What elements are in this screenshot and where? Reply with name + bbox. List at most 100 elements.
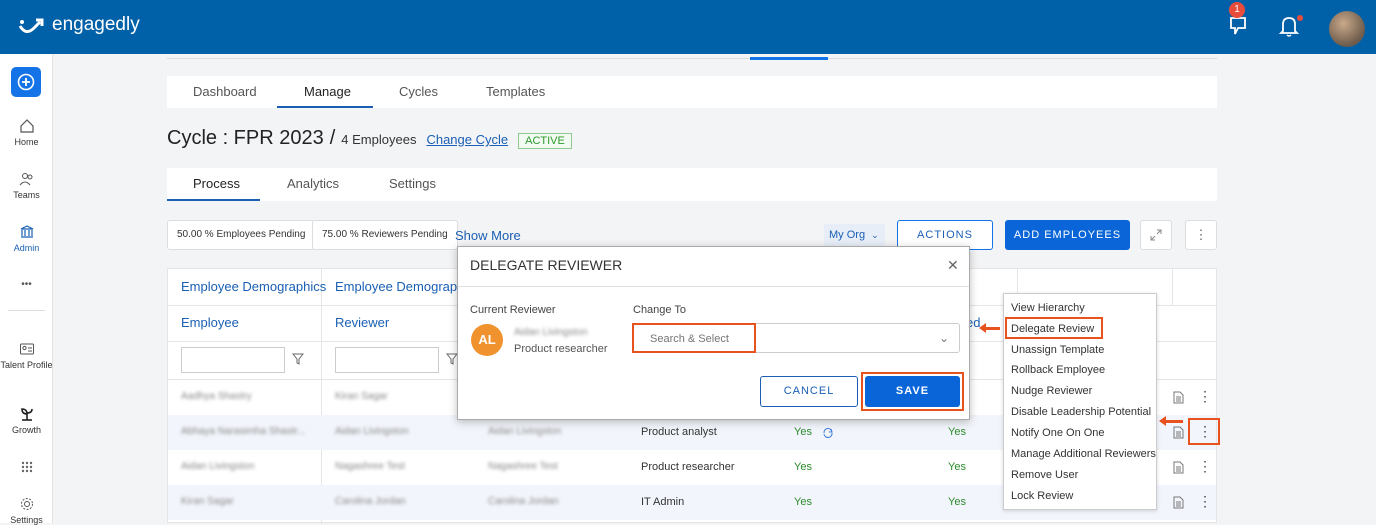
status-yes: Yes [794,461,812,473]
save-button-highlight [861,372,964,411]
bell-icon[interactable] [1279,14,1299,38]
current-reviewer-label: Current Reviewer [470,304,556,316]
tab-process[interactable]: Process [193,176,240,191]
job-title: Product analyst [641,426,717,438]
cycle-title: Cycle : FPR 2023 [167,127,324,149]
row-menu-kebab-icon[interactable]: ⋮ [1198,493,1212,510]
menu-item-remove-user[interactable]: Remove User [1011,469,1078,481]
sidebar: Home Teams Admin ••• Talent Profile Grow… [0,54,53,525]
gear-icon [20,498,33,510]
document-icon[interactable] [1173,461,1184,474]
tab-active-underline [277,106,373,108]
status-yes: Yes [794,496,812,508]
notification-count-badge: 1 [1229,2,1245,18]
brand-logo[interactable]: engagedly [18,14,140,36]
chevron-down-icon: ⌄ [871,230,879,240]
chevron-down-icon: ⌄ [938,331,949,345]
group-header-employee-demographics: Employee Demographics [181,279,327,294]
search-select-highlight [632,323,756,353]
menu-item-lock-review[interactable]: Lock Review [1011,490,1073,502]
menu-item-rollback-employee[interactable]: Rollback Employee [1011,364,1105,376]
menu-item-notify-one-on-one[interactable]: Notify One On One [1011,427,1105,439]
sidebar-item-admin[interactable]: Admin [0,224,53,253]
tab-analytics[interactable]: Analytics [287,176,339,191]
org-filter-value: My Org [829,229,866,241]
manager-name: Aidan Livingston [488,426,562,437]
annotation-arrow [1159,416,1183,426]
manager-name: Nagashree Test [488,461,558,472]
row-menu-kebab-icon[interactable]: ⋮ [1198,388,1212,405]
talent-profile-icon [19,343,34,355]
reviewer-name: Carolina Jordan [335,496,406,507]
reviewer-role: Product researcher [514,343,608,355]
reviewer-filter-input[interactable] [335,347,439,373]
employee-name: Abhaya Narasimha Shastr... [181,426,306,437]
menu-item-view-hierarchy[interactable]: View Hierarchy [1011,302,1085,314]
show-more-link[interactable]: Show More [455,228,521,243]
menu-item-unassign-template[interactable]: Unassign Template [1011,344,1104,356]
title-separator: / [329,127,336,149]
sidebar-item-growth[interactable]: Growth [0,406,53,435]
expand-button[interactable] [1140,220,1172,250]
sidebar-item-label: Settings [10,515,43,525]
row-menu-kebab-icon[interactable]: ⋮ [1198,458,1212,475]
sidebar-more[interactable]: ••• [0,279,53,290]
manager-name: Carolina Jordan [488,496,559,507]
reviewers-pending-chip[interactable]: 75.00 % Reviewers Pending [312,220,458,250]
sidebar-item-label: Teams [13,190,40,200]
status-badge: ACTIVE [518,133,572,149]
status-yes: Yes [948,496,966,508]
employees-pending-chip[interactable]: 50.00 % Employees Pending [167,220,316,250]
page-title: Cycle : FPR 2023 / 4 Employees Change Cy… [167,127,572,150]
change-cycle-link[interactable]: Change Cycle [426,132,508,147]
document-icon[interactable] [1173,426,1184,439]
job-title: IT Admin [641,496,685,508]
menu-item-disable-leadership-potential[interactable]: Disable Leadership Potential [1011,406,1151,418]
subtab-active-underline [167,199,260,201]
org-filter-select[interactable]: My Org ⌄ [824,224,885,246]
sidebar-item-label: Admin [13,243,40,253]
refresh-icon[interactable] [822,427,834,439]
column-header-employee[interactable]: Employee [181,315,239,330]
unread-dot [1297,15,1303,21]
quick-add-button[interactable] [11,67,41,97]
document-icon[interactable] [1173,391,1184,404]
status-yes: Yes [948,426,966,438]
delegate-reviewer-modal: DELEGATE REVIEWER ✕ Current Reviewer Cha… [457,246,970,420]
document-icon[interactable] [1173,496,1184,509]
engagedly-logo-icon [18,18,44,33]
reviewer-name: Nagashree Test [335,461,405,472]
sidebar-item-teams[interactable]: Teams [0,171,53,200]
employee-filter-input[interactable] [181,347,285,373]
add-employees-button[interactable]: ADD EMPLOYEES [1005,220,1130,250]
sidebar-item-label: Home [14,137,39,147]
employee-count: 4 Employees [341,132,417,147]
sidebar-item-label: Growth [11,425,41,435]
employee-name: Aidan Livingston [181,461,255,472]
sidebar-item-talent-profile[interactable]: Talent Profile [0,341,53,370]
employee-name: Kiran Sagar [181,496,234,507]
sidebar-item-home[interactable]: Home [0,118,53,147]
sidebar-item-settings[interactable]: Settings [0,496,53,525]
menu-item-manage-additional-reviewers[interactable]: Manage Additional Reviewers [1011,448,1156,460]
main-tabs: Dashboard Manage Cycles Templates [167,76,1217,108]
tab-cycles[interactable]: Cycles [399,84,438,99]
home-icon [19,119,34,133]
tab-manage[interactable]: Manage [304,84,351,99]
growth-icon [20,408,33,421]
more-options-button[interactable]: ⋮ [1185,220,1217,250]
tab-dashboard[interactable]: Dashboard [193,84,257,99]
column-header-reviewer[interactable]: Reviewer [335,315,389,330]
close-icon[interactable]: ✕ [947,257,959,274]
delegate-review-highlight [1005,317,1103,339]
filter-icon[interactable] [292,353,304,365]
apps-grid-icon [21,461,32,473]
tab-templates[interactable]: Templates [486,84,545,99]
column-divider [1172,269,1173,305]
apps-grid-button[interactable] [0,460,53,477]
user-avatar[interactable] [1329,11,1365,47]
menu-item-nudge-reviewer[interactable]: Nudge Reviewer [1011,385,1092,397]
tab-settings[interactable]: Settings [389,176,436,191]
cancel-button[interactable]: CANCEL [760,376,858,407]
teams-icon [19,173,32,186]
